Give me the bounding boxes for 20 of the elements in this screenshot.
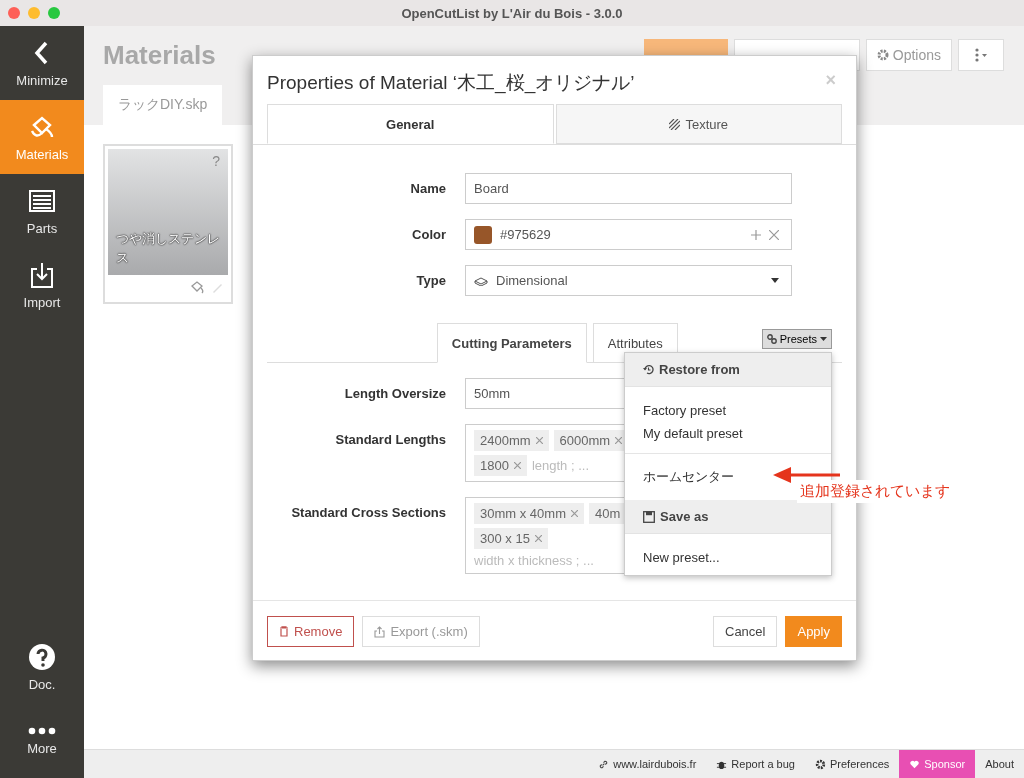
field-label: Standard Lengths — [334, 431, 446, 449]
field-label: Type — [415, 272, 446, 290]
field-label: Color — [411, 226, 446, 244]
page-title: Materials — [103, 39, 216, 71]
tag: 300 x 15 — [474, 528, 548, 549]
tag: 2400mm — [474, 430, 549, 451]
help-mark: ? — [212, 153, 220, 169]
field-label: Standard Cross Sections — [290, 504, 446, 522]
tag: 1800 — [474, 455, 527, 476]
field-label: Length Oversize — [343, 385, 446, 403]
tag: 40m — [588, 503, 627, 524]
dialog-title: Properties of Material ‘木工_桜_オリジナル’ — [267, 71, 635, 96]
field-label: Name — [409, 180, 446, 198]
menu-header-label: Restore from — [659, 362, 740, 377]
tags-placeholder: width x thickness ; ... — [474, 553, 594, 568]
window-title: OpenCutList by L'Air du Bois - 3.0.0 — [401, 5, 623, 21]
tag: 30mm x 40mm — [474, 503, 584, 524]
material-name: つや消しステンレス — [116, 230, 220, 267]
tags-placeholder: length ; ... — [531, 458, 589, 473]
menu-header-label: Save as — [660, 509, 709, 524]
